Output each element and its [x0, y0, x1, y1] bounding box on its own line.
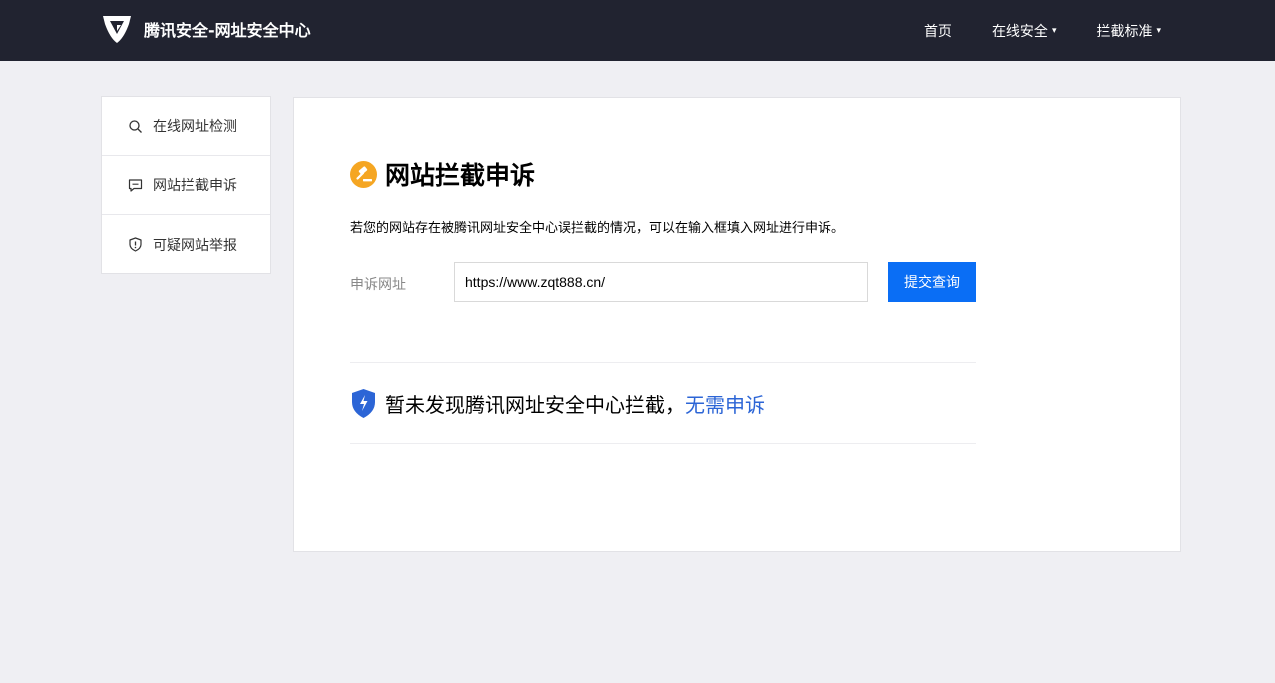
sidebar-item-url-check[interactable]: 在线网址检测 [102, 97, 270, 156]
tencent-security-logo-icon [103, 16, 131, 43]
nav-item-label: 拦截标准 [1096, 23, 1153, 40]
brand[interactable]: 腾讯安全-网址安全中心 [100, 12, 311, 46]
nav-item-label: 首页 [923, 23, 952, 40]
chevron-down-icon: ▾ [1051, 25, 1057, 36]
appeal-url-label: 申诉网址 [350, 277, 406, 293]
chat-bubble-icon [128, 178, 143, 192]
sidebar-item-report[interactable]: 可疑网站举报 [102, 215, 270, 274]
gavel-icon [350, 160, 377, 188]
nav-item-block-standards[interactable]: 拦截标准 ▾ [1096, 21, 1161, 41]
sidebar-item-label: 可疑网站举报 [153, 237, 237, 254]
sidebar: 在线网址检测 网站拦截申诉 可疑网站举报 [101, 96, 271, 274]
shield-alert-icon [129, 237, 142, 252]
sidebar-item-label: 网站拦截申诉 [153, 178, 237, 194]
nav-item-home[interactable]: 首页 [924, 21, 952, 41]
shield-bolt-icon [352, 388, 375, 418]
result-accent-text: 无需申诉 [685, 392, 765, 417]
main-panel: 网站拦截申诉 若您的网站存在被腾讯网址安全中心误拦截的情况，可以在输入框填入网址… [293, 97, 1181, 552]
page-description: 若您的网站存在被腾讯网址安全中心误拦截的情况，可以在输入框填入网址进行申诉。 [350, 221, 845, 236]
submit-query-button[interactable]: 提交查询 [888, 262, 976, 302]
top-navigation-bar: 腾讯安全-网址安全中心 首页 在线安全 ▾ 拦截标准 ▾ [0, 0, 1275, 61]
page-header: 网站拦截申诉 [350, 156, 535, 192]
appeal-url-input[interactable] [454, 262, 868, 302]
main-nav: 首页 在线安全 ▾ 拦截标准 ▾ [924, 0, 1161, 61]
nav-item-online-security[interactable]: 在线安全 ▾ [992, 21, 1057, 41]
sidebar-item-appeal[interactable]: 网站拦截申诉 [102, 156, 270, 215]
brand-title: 腾讯安全-网址安全中心 [144, 21, 311, 40]
result-message: 暂未发现腾讯网址安全中心拦截， 无需申诉 [350, 362, 976, 444]
sidebar-item-label: 在线网址检测 [153, 119, 237, 135]
page-title: 网站拦截申诉 [385, 161, 536, 190]
nav-item-label: 在线安全 [991, 23, 1048, 40]
chevron-down-icon: ▾ [1156, 25, 1161, 36]
result-text: 暂未发现腾讯网址安全中心拦截， [385, 392, 685, 417]
search-icon [129, 119, 142, 133]
